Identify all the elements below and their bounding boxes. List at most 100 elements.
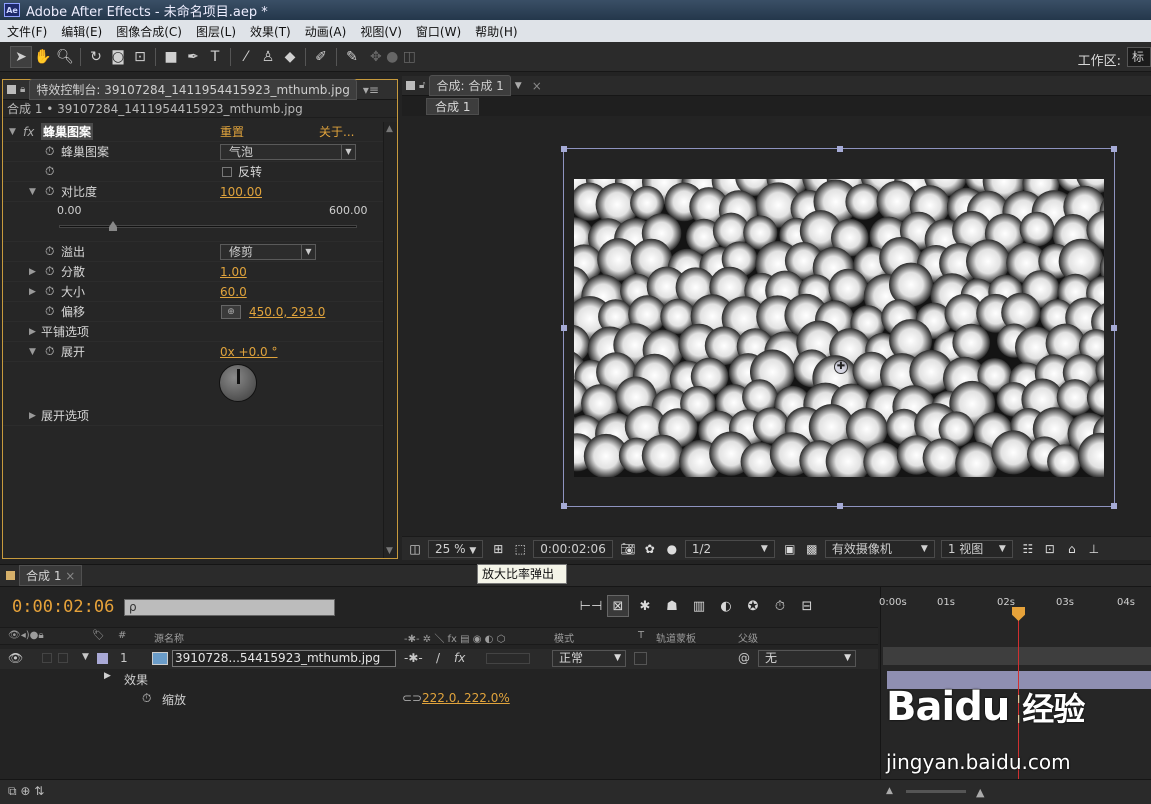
workspace-dropdown[interactable]: 标 (1127, 47, 1151, 67)
chevron-down-icon[interactable]: ▼ (515, 81, 522, 91)
anchor-point-icon[interactable]: ✚ (834, 360, 848, 374)
expand-triangle-icon[interactable]: ▶ (104, 671, 111, 681)
always-preview-icon[interactable]: ◫ (406, 540, 424, 558)
effect-switch-icon[interactable]: fx (454, 651, 465, 665)
transparency-grid-icon[interactable]: ▩ (803, 540, 821, 558)
draft-3d-icon[interactable]: ✱ (634, 595, 656, 617)
region-of-interest-icon[interactable]: ▣ (781, 540, 799, 558)
expand-triangle-icon[interactable]: ▼ (29, 347, 36, 357)
layer-name-field[interactable]: 3910728...54415923_mthumb.jpg (172, 650, 396, 667)
stopwatch-icon[interactable]: ⏱ (45, 184, 54, 199)
scroll-up-icon[interactable]: ▲ (386, 124, 393, 134)
camera-tool-icon[interactable]: ◙ (107, 46, 129, 68)
camera-dropdown[interactable]: 有效摄像机 ▼ (824, 539, 935, 558)
scale-value[interactable]: 222.0, 222.0% (422, 691, 510, 705)
mask-visibility-icon[interactable]: ⬚ (511, 540, 529, 558)
roto-brush-tool-icon[interactable]: ✐ (310, 46, 332, 68)
preserve-transparency-checkbox[interactable] (634, 652, 647, 665)
transform-handle[interactable] (561, 503, 567, 509)
label-color-swatch[interactable] (97, 653, 108, 664)
timeline-tab[interactable]: 合成 1 × (19, 565, 83, 586)
eye-icon[interactable]: 👁︎ (8, 651, 23, 665)
stopwatch-icon[interactable]: ⏱ (45, 264, 54, 279)
channel-rgb-icon[interactable]: ● (663, 540, 681, 558)
transform-handle[interactable] (837, 503, 843, 509)
zoom-tool-icon[interactable]: 🔍︎ (54, 46, 76, 68)
clone-stamp-tool-icon[interactable]: ♙ (257, 46, 279, 68)
evolution-options-row[interactable]: ▶ 展开选项 (3, 406, 383, 426)
menu-layer[interactable]: 图层(L) (189, 23, 243, 40)
toggle-pixel-aspect-icon[interactable]: ☷ (1019, 540, 1037, 558)
shy-switch-icon[interactable]: -✱- (404, 651, 423, 665)
lock-switch[interactable] (58, 653, 68, 663)
hide-shy-layers-icon[interactable]: ☗ (661, 595, 683, 617)
mini-flowchart-icon[interactable]: ⊢⊣ (580, 595, 603, 617)
footer-toggle-icons[interactable]: ⧉ ⊕ ⇅ (8, 784, 44, 799)
expand-triangle-icon[interactable]: ▶ (29, 411, 36, 421)
view-layout-dropdown[interactable]: 1 视图 ▼ (940, 539, 1013, 558)
parent-dropdown[interactable]: 无 ▼ (758, 650, 856, 667)
blend-mode-dropdown[interactable]: 正常 ▼ (552, 650, 626, 667)
composition-tab[interactable]: 合成: 合成 1 (429, 75, 511, 96)
stopwatch-icon[interactable]: ⏱ (142, 691, 151, 706)
evolution-value[interactable]: 0x +0.0 ° (220, 345, 278, 359)
brainstorm-icon[interactable]: ✪ (742, 595, 764, 617)
transform-handle[interactable] (561, 325, 567, 331)
expand-triangle-icon[interactable]: ▶ (29, 327, 36, 337)
contrast-value[interactable]: 100.00 (220, 185, 262, 199)
scroll-down-icon[interactable]: ▼ (386, 546, 393, 556)
lock-icon[interactable]: 🔓︎ (419, 80, 425, 91)
safe-zones-icon[interactable]: ⊞ (489, 540, 507, 558)
puppet-pin-tool-icon[interactable]: ✎ (341, 46, 363, 68)
tiling-row[interactable]: ▶ 平铺选项 (3, 322, 383, 342)
menu-edit[interactable]: 编辑(E) (54, 23, 109, 40)
pick-whip-icon[interactable]: @ (738, 651, 750, 665)
invert-checkbox[interactable] (222, 166, 232, 177)
panel-menu-icon[interactable]: ▾≡ (363, 83, 379, 97)
offset-value[interactable]: 450.0, 293.0 (249, 305, 325, 319)
stopwatch-icon[interactable]: ⏱ (45, 244, 54, 259)
layer-row[interactable]: 👁︎ ▼ 1 3910728...54415923_mthumb.jpg -✱-… (0, 649, 878, 669)
pattern-dropdown[interactable]: 气泡 ▼ (220, 143, 356, 160)
current-time-display[interactable]: 0:00:02:06 (533, 539, 613, 558)
constrain-proportions-icon[interactable]: ⊂⊃ (402, 691, 422, 705)
disperse-value[interactable]: 1.00 (220, 265, 247, 279)
text-tool-icon[interactable]: T (204, 46, 226, 68)
pen-tool-icon[interactable]: ✒ (182, 46, 204, 68)
zoom-out-icon[interactable]: ▲ (886, 786, 893, 796)
menu-view[interactable]: 视图(V) (353, 23, 409, 40)
menu-effect[interactable]: 效果(T) (243, 23, 298, 40)
effect-header-row[interactable]: ▼ fx 蜂巢图案 重置 关于... (3, 122, 383, 142)
reset-link[interactable]: 重置 (220, 123, 244, 140)
expand-triangle-icon[interactable]: ▼ (29, 187, 36, 197)
stopwatch-icon[interactable]: ⏱ (45, 144, 54, 159)
menu-help[interactable]: 帮助(H) (468, 23, 524, 40)
menu-window[interactable]: 窗口(W) (409, 23, 468, 40)
transform-handle[interactable] (561, 146, 567, 152)
brush-tool-icon[interactable]: ⁄ (235, 46, 257, 68)
solo-switch[interactable] (42, 653, 52, 663)
resolution-dropdown[interactable]: 1/2 ▼ (684, 539, 775, 558)
stopwatch-icon[interactable]: ⏱ (45, 344, 54, 359)
close-icon[interactable]: × (532, 79, 542, 93)
flowchart-icon[interactable]: ⊥ (1085, 540, 1103, 558)
composition-chip[interactable]: 合成 1 (426, 97, 480, 115)
motion-blur-icon[interactable]: ◐ (715, 595, 737, 617)
expand-triangle-icon[interactable]: ▶ (29, 287, 36, 297)
stopwatch-icon[interactable]: ⏱ (45, 284, 54, 299)
graph-editor-icon[interactable]: ⊟ (796, 595, 818, 617)
snapshot-camera-icon[interactable]: 📷︎ (619, 540, 637, 558)
show-snapshot-icon[interactable]: ✿ (641, 540, 659, 558)
pan-behind-tool-icon[interactable]: ⊡ (129, 46, 151, 68)
crosshair-icon[interactable]: ⊕ (221, 304, 241, 319)
stopwatch-icon[interactable]: ⏱ (45, 164, 54, 179)
composition-viewer[interactable]: ✚ (402, 116, 1151, 536)
selection-tool-icon[interactable]: ➤ (10, 45, 32, 68)
transform-handle[interactable] (1111, 503, 1117, 509)
contrast-slider-handle[interactable] (109, 221, 117, 231)
lock-icon[interactable]: 🔒︎ (20, 84, 25, 95)
effect-controls-tab[interactable]: 特效控制台: 39107284_1411954415923_mthumb.jpg (29, 79, 357, 100)
evolution-dial[interactable] (219, 364, 257, 402)
timeline-icon[interactable]: ⌂ (1063, 540, 1081, 558)
collapse-triangle-icon[interactable]: ▼ (9, 127, 16, 137)
